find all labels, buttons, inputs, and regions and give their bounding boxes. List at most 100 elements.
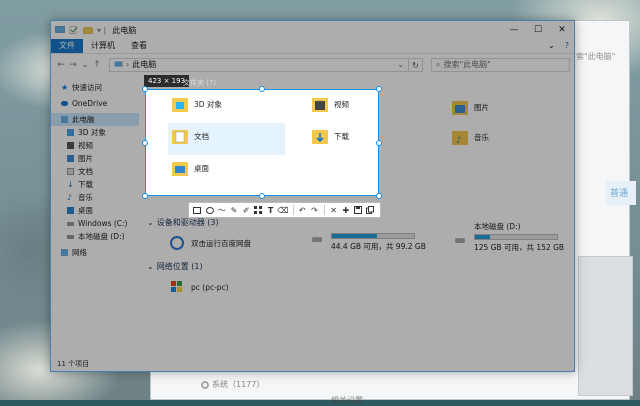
copy-icon[interactable] bbox=[365, 204, 376, 216]
device-item-drive-d[interactable]: 本地磁盘 (D:) 125 GB 可用，共 152 GB bbox=[452, 221, 564, 253]
tab-file[interactable]: 文件 bbox=[51, 39, 83, 53]
undo-icon[interactable]: ↶ bbox=[297, 204, 308, 216]
resize-handle-nw[interactable] bbox=[142, 86, 148, 92]
tab-view[interactable]: 查看 bbox=[123, 39, 155, 53]
annotation-toolbar: 〜 ✎ ✐ T ⌫ ↶ ↷ ✕ ✚ bbox=[188, 202, 381, 218]
folder-item-3d-objects[interactable]: 3D 对象 bbox=[172, 94, 222, 114]
ellipse-icon[interactable] bbox=[204, 204, 215, 216]
sidebar-item-drive-c[interactable]: Windows (C:) bbox=[51, 217, 139, 230]
save-icon[interactable] bbox=[353, 204, 364, 216]
marker-icon[interactable]: ✐ bbox=[241, 204, 252, 216]
title-bar[interactable]: ▾ | 此电脑 — ☐ ✕ bbox=[51, 21, 574, 39]
eraser-icon[interactable]: ⌫ bbox=[277, 204, 288, 216]
resize-handle-se[interactable] bbox=[376, 193, 382, 199]
forward-arrow-icon[interactable]: → bbox=[67, 60, 79, 70]
sidebar-item-label: Windows (C:) bbox=[78, 219, 128, 228]
folder-item-desktop[interactable]: 桌面 bbox=[172, 158, 209, 178]
resize-handle-w[interactable] bbox=[142, 140, 148, 146]
minimize-button[interactable]: — bbox=[502, 21, 526, 39]
mosaic-icon[interactable] bbox=[253, 204, 264, 216]
status-item-count: 11 个项目 bbox=[57, 360, 90, 368]
folder-icon[interactable] bbox=[83, 26, 93, 34]
refresh-icon[interactable]: ↻ bbox=[409, 57, 423, 72]
address-bar[interactable]: › 此电脑 ⌄ bbox=[109, 57, 409, 72]
folder-item-music[interactable]: ♪ 音乐 bbox=[452, 127, 489, 147]
resize-handle-ne[interactable] bbox=[376, 86, 382, 92]
folders-group-header[interactable]: 文件夹 (7) bbox=[183, 78, 216, 88]
folder-documents-icon bbox=[172, 130, 188, 144]
drive-c-usage-bar bbox=[331, 233, 415, 239]
capture-selection[interactable]: 3D 对象 视频 文档 下载 桌面 bbox=[145, 89, 379, 196]
cancel-icon[interactable]: ✕ bbox=[328, 204, 339, 216]
folder-downloads-icon bbox=[312, 130, 328, 144]
sidebar-item-label: 音乐 bbox=[78, 193, 93, 202]
breadcrumb-separator-icon: › bbox=[126, 60, 130, 69]
quick-access-dropdown-icon[interactable]: ▾ | bbox=[97, 26, 106, 35]
pen-icon[interactable]: ✎ bbox=[229, 204, 240, 216]
resize-handle-n[interactable] bbox=[259, 86, 265, 92]
file-explorer-window: ▾ | 此电脑 — ☐ ✕ 文件 计算机 查看 ⌄ ? ← → ⌄ ↑ › 此电… bbox=[50, 20, 575, 372]
sidebar-item-downloads[interactable]: ↓ 下载 bbox=[51, 178, 139, 191]
folder-label: 图片 bbox=[474, 102, 489, 112]
maximize-button[interactable]: ☐ bbox=[526, 21, 550, 39]
folder-item-downloads[interactable]: 下载 bbox=[312, 126, 349, 146]
toolbar-divider bbox=[324, 205, 326, 215]
help-icon[interactable]: ? bbox=[560, 39, 574, 53]
network-icon bbox=[61, 249, 68, 256]
network-group-header[interactable]: ⌄ 网络位置 (1) bbox=[147, 261, 203, 272]
text-icon[interactable]: T bbox=[265, 204, 276, 216]
device-item-drive-c[interactable]: 44.4 GB 可用，共 99.2 GB bbox=[309, 231, 426, 252]
sidebar-item-3d-objects[interactable]: 3D 对象 bbox=[51, 126, 139, 139]
search-input[interactable]: ⌕ 搜索"此电脑" bbox=[431, 57, 570, 72]
expand-ribbon-icon[interactable]: ⌄ bbox=[543, 39, 560, 53]
group-header-label: 网络位置 (1) bbox=[156, 262, 203, 271]
resize-handle-s[interactable] bbox=[259, 193, 265, 199]
resize-handle-e[interactable] bbox=[376, 140, 382, 146]
sidebar-item-desktop[interactable]: 桌面 bbox=[51, 204, 139, 217]
pin-icon[interactable]: ✚ bbox=[340, 204, 351, 216]
resize-handle-sw[interactable] bbox=[142, 193, 148, 199]
redo-icon[interactable]: ↷ bbox=[309, 204, 320, 216]
rect-icon[interactable] bbox=[192, 204, 203, 216]
chevron-down-icon: ⌄ bbox=[147, 262, 154, 271]
tab-computer[interactable]: 计算机 bbox=[83, 39, 123, 53]
drive-d-usage-bar bbox=[474, 234, 558, 240]
folder-item-documents[interactable]: 文档 bbox=[172, 126, 209, 146]
back-arrow-icon[interactable]: ← bbox=[55, 60, 67, 70]
sidebar-item-onedrive[interactable]: OneDrive bbox=[51, 97, 139, 110]
sidebar-item-label: 下载 bbox=[78, 180, 93, 189]
drive-icon bbox=[67, 221, 74, 226]
sidebar-item-drive-d[interactable]: 本地磁盘 (D:) bbox=[51, 230, 139, 243]
folder-desktop-icon bbox=[172, 162, 188, 176]
download-icon: ↓ bbox=[67, 180, 74, 189]
network-item-pc[interactable]: pc (pc-pc) bbox=[169, 277, 229, 297]
close-button[interactable]: ✕ bbox=[550, 21, 574, 39]
freehand-icon[interactable]: 〜 bbox=[216, 204, 227, 216]
up-arrow-icon[interactable]: ↑ bbox=[91, 60, 103, 70]
cube-icon bbox=[67, 129, 74, 136]
group-header-label: 文件夹 (7) bbox=[183, 79, 217, 87]
properties-icon[interactable] bbox=[69, 26, 79, 34]
sidebar-item-quick-access[interactable]: ★ 快速访问 bbox=[51, 81, 139, 94]
folder-label: 下载 bbox=[334, 131, 349, 141]
sidebar-item-network[interactable]: 网络 bbox=[51, 246, 139, 259]
folder-item-pictures[interactable]: 图片 bbox=[452, 97, 489, 117]
recent-dropdown-icon[interactable]: ⌄ bbox=[79, 60, 91, 70]
computer-icon bbox=[114, 61, 123, 67]
sidebar-item-label: 桌面 bbox=[78, 206, 93, 215]
sidebar-item-videos[interactable]: 视频 bbox=[51, 139, 139, 152]
breadcrumb[interactable]: 此电脑 bbox=[132, 59, 156, 70]
address-dropdown-icon[interactable]: ⌄ bbox=[397, 60, 404, 69]
cloud-icon bbox=[61, 101, 68, 106]
network-label: pc (pc-pc) bbox=[191, 282, 229, 292]
sidebar-item-this-pc[interactable]: 此电脑 bbox=[51, 113, 139, 126]
folder-item-videos[interactable]: 视频 bbox=[312, 94, 349, 114]
sidebar-item-documents[interactable]: 文档 bbox=[51, 165, 139, 178]
search-placeholder: 搜索"此电脑" bbox=[443, 60, 491, 69]
ribbon-tabs: 文件 计算机 查看 ⌄ ? bbox=[51, 39, 574, 53]
sidebar-item-label: 文档 bbox=[78, 167, 93, 176]
device-item-baidu[interactable]: 双击运行百度网盘 bbox=[169, 233, 251, 253]
sidebar-item-music[interactable]: ♪ 音乐 bbox=[51, 191, 139, 204]
sidebar-item-pictures[interactable]: 图片 bbox=[51, 152, 139, 165]
devices-group-header[interactable]: ⌄ 设备和驱动器 (3) bbox=[147, 217, 219, 228]
